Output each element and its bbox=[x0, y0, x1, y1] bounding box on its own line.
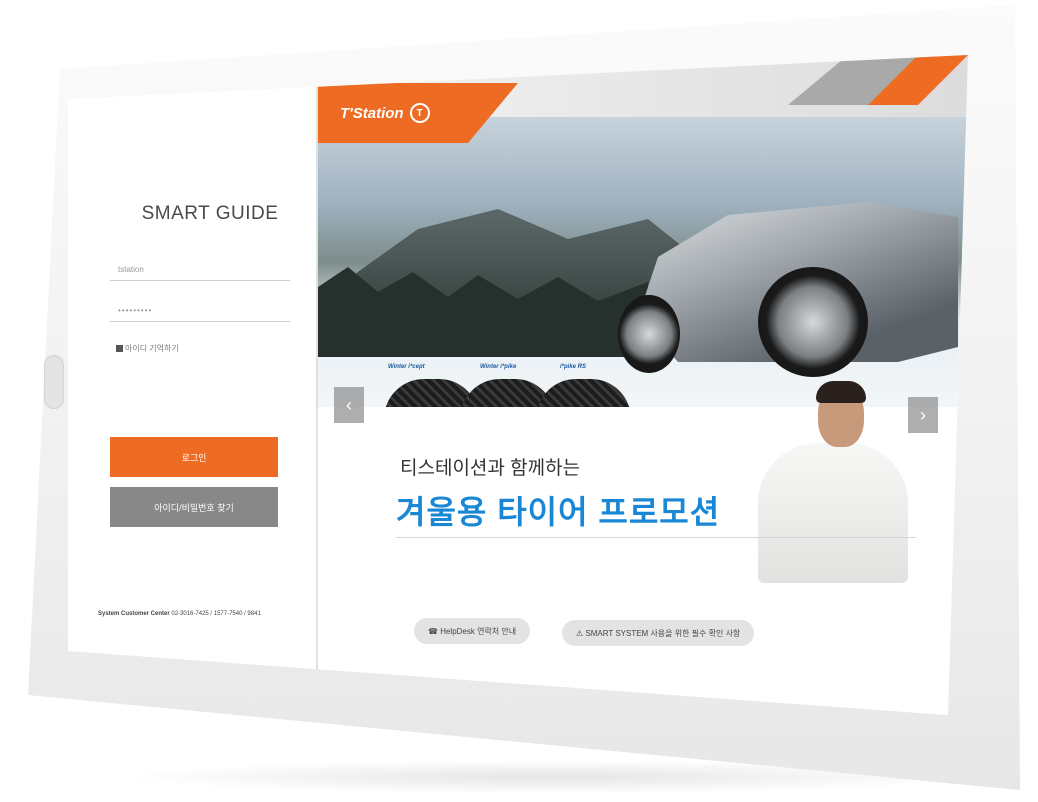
car-front-wheel bbox=[758, 267, 868, 377]
app-title: SMART GUIDE bbox=[141, 203, 279, 224]
chevron-left-icon: ‹ bbox=[346, 394, 352, 415]
password-field[interactable]: ••••••••• bbox=[110, 300, 290, 322]
promo-subtitle: 티스테이션과 함께하는 bbox=[400, 458, 581, 479]
tire-label: Winter i*cept bbox=[388, 364, 425, 370]
promo-headline: 겨울용 타이어 프로모션 bbox=[396, 494, 721, 530]
remember-id[interactable]: 아이디 기억하기 bbox=[116, 343, 179, 354]
customer-center-numbers: 02-3016-7425 / 1577-7540 / 9841 bbox=[171, 611, 261, 617]
promo-panel: Winter i*cept Winter i*pike i*pike RS T'… bbox=[318, 55, 968, 715]
tablet-home-button bbox=[44, 355, 64, 409]
logo-wordmark: T'Station bbox=[340, 104, 404, 122]
tstation-logo: T'Station T bbox=[340, 103, 430, 123]
remember-id-label: 아이디 기억하기 bbox=[125, 344, 179, 353]
checkbox-icon[interactable] bbox=[116, 345, 123, 352]
customer-center-label: System Customer Center bbox=[98, 611, 170, 617]
tire-label: i*pike RS bbox=[560, 364, 587, 370]
helpdesk-link[interactable]: ☎ HelpDesk 연락처 안내 bbox=[414, 618, 531, 644]
carousel-prev-button[interactable]: ‹ bbox=[334, 387, 364, 423]
login-panel: SMART GUIDE tstation ••••••••• 아이디 기억하기 … bbox=[68, 55, 318, 715]
smart-system-notice-link[interactable]: ⚠ SMART SYSTEM 사용을 위한 필수 확인 사항 bbox=[562, 620, 755, 646]
chevron-right-icon: › bbox=[920, 404, 926, 425]
tire-label: Winter i*pike bbox=[480, 364, 517, 370]
divider bbox=[396, 537, 916, 538]
promo-banner-image: Winter i*cept Winter i*pike i*pike RS bbox=[318, 117, 968, 407]
id-field[interactable]: tstation bbox=[110, 259, 290, 281]
find-account-button[interactable]: 아이디/비밀번호 찾기 bbox=[110, 487, 278, 527]
model-hair bbox=[816, 381, 866, 403]
logo-t-icon: T bbox=[409, 103, 430, 123]
carousel-next-button[interactable]: › bbox=[908, 397, 938, 433]
customer-center: System Customer Center 02-3016-7425 / 15… bbox=[98, 611, 261, 617]
car-rear-wheel bbox=[618, 295, 680, 373]
login-button[interactable]: 로그인 bbox=[110, 437, 278, 477]
model-photo bbox=[758, 381, 908, 585]
model-sweater bbox=[758, 443, 908, 583]
tablet-screen: SMART GUIDE tstation ••••••••• 아이디 기억하기 … bbox=[68, 55, 968, 715]
